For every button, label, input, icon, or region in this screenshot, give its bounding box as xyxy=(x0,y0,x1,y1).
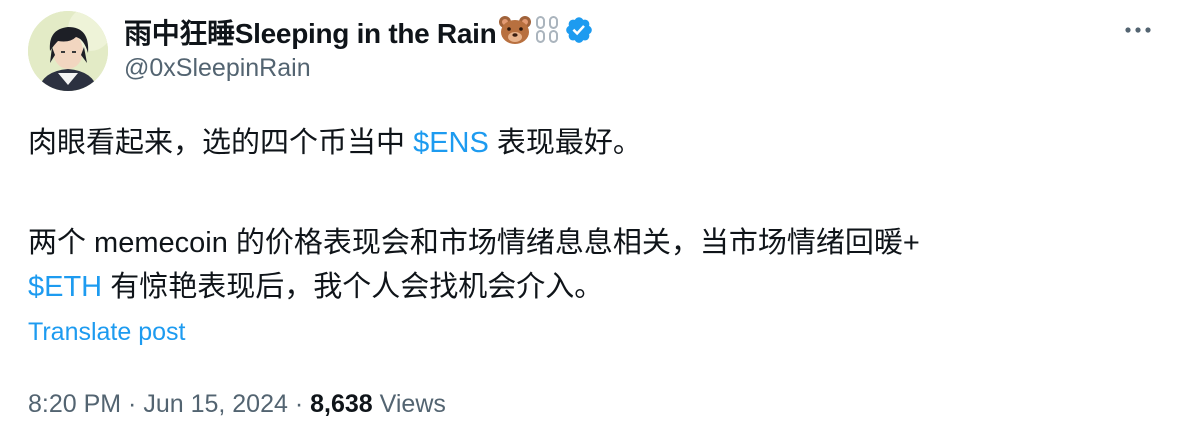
tweet-paragraph-1: 肉眼看起来，选的四个币当中 $ENS 表现最好。 xyxy=(28,125,1158,161)
tweet-paragraph-2-line-2: $ETH 有惊艳表现后，我个人会找机会介入。 xyxy=(28,269,1158,305)
more-dots-icon xyxy=(1125,27,1151,33)
tweet-text: 有惊艳表现后，我个人会找机会介入。 xyxy=(102,271,604,303)
author-name-row[interactable]: 雨中狂睡Sleeping in the Rain xyxy=(124,12,594,52)
views-count: 8,638 xyxy=(310,390,373,418)
separator: · xyxy=(121,390,144,418)
tweet-text: 肉眼看起来，选的四个币当中 xyxy=(28,127,414,159)
author-display-name[interactable]: 雨中狂睡Sleeping in the Rain xyxy=(124,12,497,52)
tweet-time-link[interactable]: 8:20 PM xyxy=(28,390,121,418)
cashtag-ens-link[interactable]: $ENS xyxy=(413,127,489,159)
translate-post-link[interactable]: Translate post xyxy=(28,318,185,347)
verified-badge-icon[interactable] xyxy=(564,15,594,50)
more-options-button[interactable] xyxy=(1118,16,1158,44)
tweet-text: 两个 memecoin 的价格表现会和市场情绪息息相关，当市场情绪回暖+ xyxy=(28,227,920,259)
author-handle[interactable]: @0xSleepinRain xyxy=(124,54,311,83)
cashtag-eth-link[interactable]: $ETH xyxy=(28,271,102,303)
tweet-paragraph-2-line-1: 两个 memecoin 的价格表现会和市场情绪息息相关，当市场情绪回暖+ xyxy=(28,225,1158,261)
tweet-meta: 8:20 PM · Jun 15, 2024 · 8,638 Views xyxy=(28,390,446,419)
tweet-date-link[interactable]: Jun 15, 2024 xyxy=(143,390,288,418)
tweet-text: 表现最好。 xyxy=(488,127,642,159)
views-label: Views xyxy=(372,390,446,418)
avatar-image xyxy=(28,11,108,91)
separator: · xyxy=(287,390,311,418)
bear-emoji-icon xyxy=(498,15,532,50)
chain-emoji-icon xyxy=(534,15,562,50)
avatar[interactable] xyxy=(28,11,108,91)
